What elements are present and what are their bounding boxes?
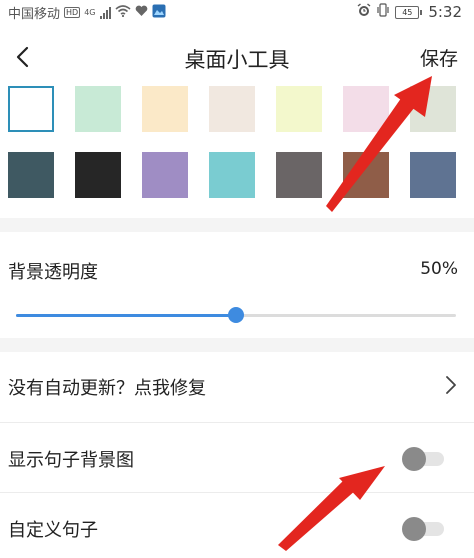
color-swatch[interactable]	[142, 86, 188, 132]
color-swatch[interactable]	[75, 86, 121, 132]
status-left: 中国移动 HD 4G	[8, 3, 166, 22]
custom-sentence-row: 自定义句子	[0, 498, 474, 558]
page-title: 桌面小工具	[184, 48, 290, 72]
transparency-value: 50%	[420, 259, 458, 279]
app-notification-icon	[152, 4, 166, 22]
transparency-slider[interactable]	[16, 306, 456, 326]
color-swatch[interactable]	[343, 86, 389, 132]
hd-badge: HD	[64, 7, 81, 18]
color-swatch[interactable]	[276, 152, 322, 198]
heart-icon	[135, 5, 148, 21]
row-divider	[0, 492, 474, 493]
color-swatch[interactable]	[75, 152, 121, 198]
battery-icon: 45	[395, 5, 423, 19]
color-swatch[interactable]	[410, 86, 456, 132]
repair-update-row[interactable]: 没有自动更新？点我修复	[0, 356, 474, 416]
network-type-label: 4G	[84, 7, 96, 17]
chevron-right-icon	[446, 376, 456, 394]
color-swatch[interactable]	[276, 86, 322, 132]
color-swatch[interactable]	[209, 152, 255, 198]
slider-fill	[16, 314, 236, 317]
toggle-knob	[402, 517, 426, 541]
section-divider	[0, 218, 474, 232]
row-divider	[0, 422, 474, 423]
status-bar: 中国移动 HD 4G 45 5:32	[0, 0, 474, 24]
show-background-label: 显示句子背景图	[8, 450, 134, 471]
carrier-label: 中国移动	[8, 7, 61, 22]
custom-sentence-label: 自定义句子	[8, 520, 98, 541]
toggle-knob	[402, 447, 426, 471]
chevron-left-icon	[16, 46, 29, 68]
color-swatch[interactable]	[8, 86, 54, 132]
transparency-label: 背景透明度	[8, 262, 98, 283]
color-swatch[interactable]	[209, 86, 255, 132]
show-background-row: 显示句子背景图	[0, 428, 474, 488]
repair-update-label: 没有自动更新？点我修复	[8, 378, 206, 399]
status-right: 45 5:32	[357, 3, 462, 21]
battery-level: 45	[395, 5, 420, 19]
color-swatch[interactable]	[142, 152, 188, 198]
clock-time: 5:32	[428, 3, 462, 21]
wifi-icon	[114, 4, 131, 21]
nav-bar: 桌面小工具 保存	[0, 36, 474, 80]
back-button[interactable]	[8, 40, 38, 74]
slider-thumb[interactable]	[228, 307, 244, 323]
save-button[interactable]: 保存	[420, 44, 458, 71]
color-swatch[interactable]	[343, 152, 389, 198]
vibrate-icon	[377, 3, 389, 21]
color-swatch[interactable]	[8, 152, 54, 198]
swatch-row-light	[8, 86, 474, 132]
color-swatch[interactable]	[410, 152, 456, 198]
custom-sentence-toggle[interactable]	[402, 516, 446, 541]
alarm-icon	[357, 3, 371, 21]
show-background-toggle[interactable]	[402, 446, 446, 471]
signal-icon	[99, 6, 111, 19]
color-swatch-grid	[8, 86, 474, 218]
swatch-row-dark	[8, 152, 474, 198]
section-divider	[0, 338, 474, 352]
